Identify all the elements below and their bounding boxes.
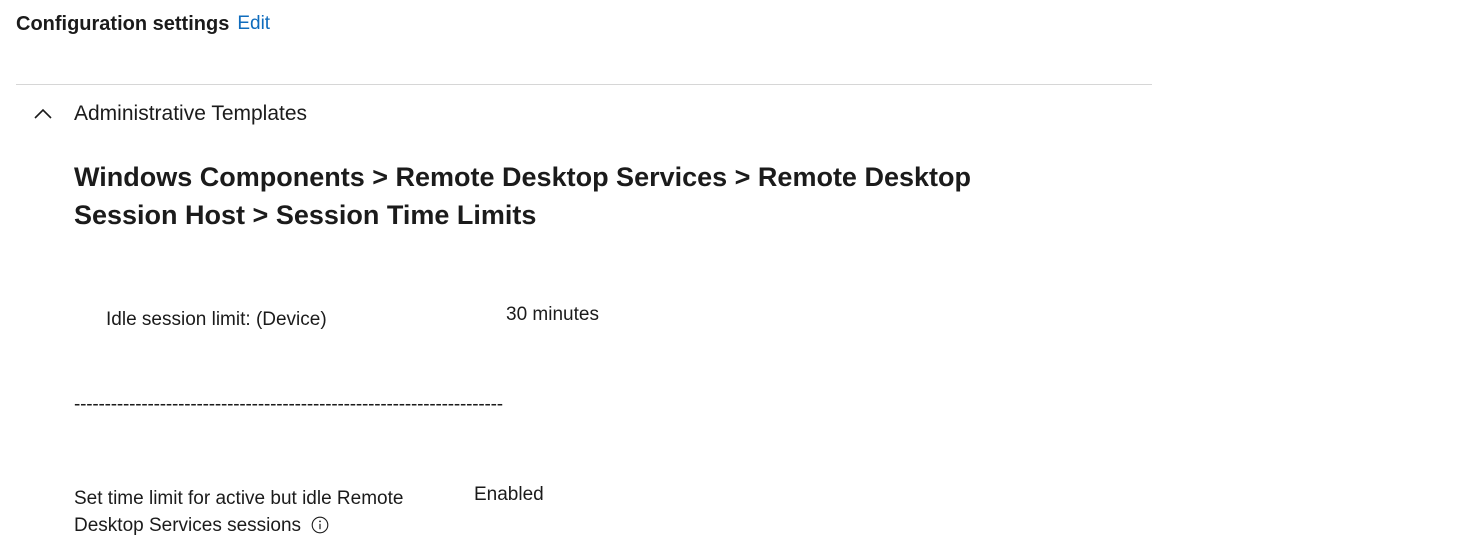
administrative-templates-toggle[interactable]: Administrative Templates <box>30 98 307 130</box>
edit-link[interactable]: Edit <box>237 13 270 35</box>
setting-label-time-limit-idle-sessions: Set time limit for active but idle Remot… <box>74 485 454 539</box>
page-title: Configuration settings <box>16 12 230 35</box>
settings-separator: ----------------------------------------… <box>74 394 503 415</box>
category-path-heading: Windows Components > Remote Desktop Serv… <box>74 162 971 230</box>
info-icon[interactable] <box>311 516 329 534</box>
configuration-settings-header: Configuration settings Edit <box>16 10 270 38</box>
section-label: Administrative Templates <box>74 102 308 125</box>
setting-value-time-limit-idle-sessions: Enabled <box>474 484 544 505</box>
setting-label-idle-session-limit: Idle session limit: (Device) <box>106 309 327 330</box>
setting-value-idle-session-limit: 30 minutes <box>506 304 599 325</box>
chevron-up-icon[interactable] <box>30 104 56 124</box>
setting-label-text: Set time limit for active but idle Remot… <box>74 488 404 536</box>
header-divider <box>16 84 1152 85</box>
